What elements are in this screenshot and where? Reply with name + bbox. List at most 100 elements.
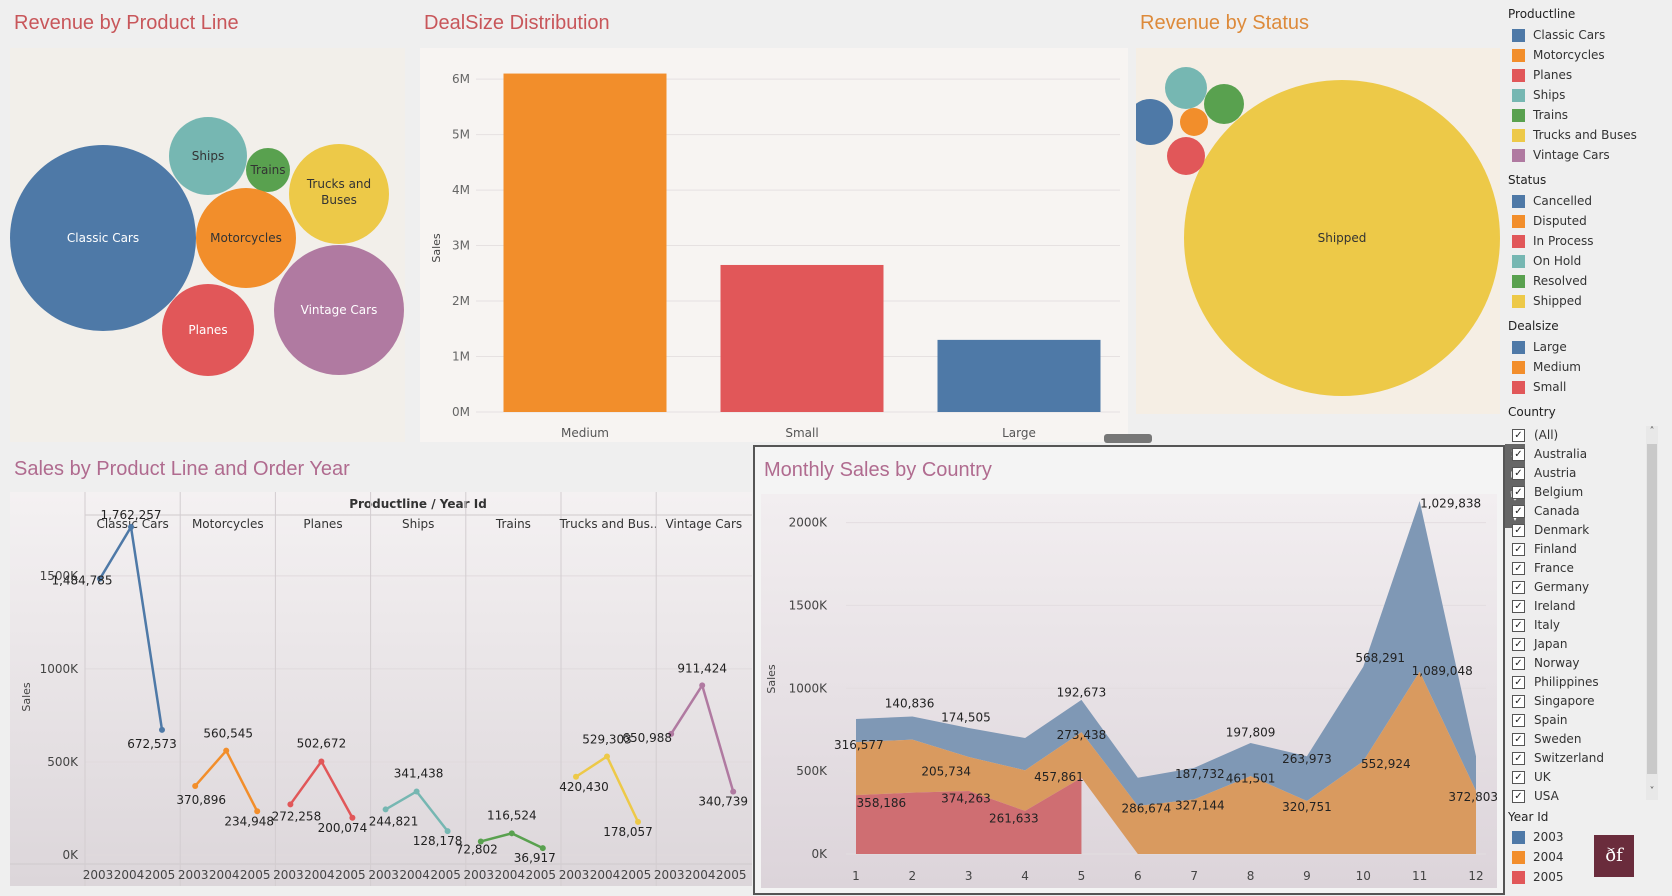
country-filter-item[interactable]: ✓ UK	[1512, 769, 1551, 785]
checkbox[interactable]: ✓	[1512, 637, 1525, 651]
legend-label: Large	[1533, 340, 1567, 354]
checkbox[interactable]: ✓	[1512, 428, 1525, 442]
checkbox[interactable]: ✓	[1512, 580, 1525, 594]
country-filter-item[interactable]: ✓ Italy	[1512, 617, 1560, 633]
country-filter-item[interactable]: ✓ (All)	[1512, 427, 1558, 443]
panel-resize-handle[interactable]	[1104, 434, 1152, 443]
country-filter-item[interactable]: ✓ Ireland	[1512, 598, 1576, 614]
country-filter-item[interactable]: ✓ France	[1512, 560, 1574, 576]
country-filter-item[interactable]: ✓ Norway	[1512, 655, 1580, 671]
country-filter-item[interactable]: ✓ USA	[1512, 788, 1559, 804]
country-label: Switzerland	[1534, 751, 1604, 765]
legend-item-dealsize[interactable]: Small	[1512, 379, 1566, 395]
legend-item-dealsize[interactable]: Large	[1512, 339, 1567, 355]
legend-label: Resolved	[1533, 274, 1588, 288]
title-sales-by-product-line-year: Sales by Product Line and Order Year	[14, 458, 350, 480]
legend-item-productline[interactable]: Vintage Cars	[1512, 147, 1610, 163]
legend-item-productline[interactable]: Classic Cars	[1512, 27, 1605, 43]
checkbox[interactable]: ✓	[1512, 713, 1525, 727]
data-label: 1,762,257	[100, 508, 161, 522]
legend-item-year[interactable]: 2005	[1512, 869, 1564, 885]
country-filter-item[interactable]: ✓ Denmark	[1512, 522, 1589, 538]
x-tick-label: 2003	[654, 868, 685, 882]
data-label: 372,803	[1448, 790, 1497, 804]
country-scrollbar[interactable]: ˄ ˅	[1646, 426, 1658, 800]
country-filter-item[interactable]: ✓ Finland	[1512, 541, 1577, 557]
legend-item-year[interactable]: 2003	[1512, 829, 1564, 845]
checkbox[interactable]: ✓	[1512, 770, 1525, 784]
scroll-up-icon[interactable]: ˄	[1646, 426, 1658, 440]
legend-item-status[interactable]: Shipped	[1512, 293, 1582, 309]
checkbox[interactable]: ✓	[1512, 447, 1525, 461]
legend-item-productline[interactable]: Trucks and Buses	[1512, 127, 1637, 143]
data-label: 192,673	[1057, 686, 1107, 700]
legend-item-productline[interactable]: Motorcycles	[1512, 47, 1605, 63]
data-label: 234,948	[224, 814, 274, 828]
data-label: 552,924	[1361, 757, 1411, 771]
checkbox[interactable]: ✓	[1512, 789, 1525, 803]
x-tick-label: Large	[1002, 426, 1036, 440]
country-filter-item[interactable]: ✓ Switzerland	[1512, 750, 1604, 766]
x-tick-label: 2004	[685, 868, 716, 882]
checkbox[interactable]: ✓	[1512, 675, 1525, 689]
country-filter-item[interactable]: ✓ Spain	[1512, 712, 1568, 728]
country-filter-item[interactable]: ✓ Sweden	[1512, 731, 1581, 747]
checkbox[interactable]: ✓	[1512, 694, 1525, 708]
checkbox[interactable]: ✓	[1512, 751, 1525, 765]
product-year-line-chart: 0K500K1000K1500KSalesProductline / Year …	[10, 492, 752, 886]
checkbox[interactable]: ✓	[1512, 466, 1525, 480]
checkbox[interactable]: ✓	[1512, 599, 1525, 613]
legend-item-productline[interactable]: Trains	[1512, 107, 1568, 123]
legend-swatch	[1512, 108, 1525, 122]
scroll-down-icon[interactable]: ˅	[1646, 786, 1658, 800]
legend-swatch	[1512, 28, 1525, 42]
data-label: 420,430	[559, 780, 609, 794]
checkbox[interactable]: ✓	[1512, 732, 1525, 746]
legend-item-productline[interactable]: Ships	[1512, 87, 1565, 103]
legend-item-status[interactable]: On Hold	[1512, 253, 1581, 269]
checkbox[interactable]: ✓	[1512, 523, 1525, 537]
legend-item-year[interactable]: 2004	[1512, 849, 1564, 865]
bubble-label-trucks-and-buses: Trucks and	[306, 177, 371, 191]
legend-item-status[interactable]: Disputed	[1512, 213, 1587, 229]
country-filter-item[interactable]: ✓ Philippines	[1512, 674, 1599, 690]
checkbox[interactable]: ✓	[1512, 561, 1525, 575]
legend-label: 2005	[1533, 870, 1564, 884]
scroll-thumb[interactable]	[1647, 444, 1657, 774]
country-label: Spain	[1534, 713, 1568, 727]
legend-heading-year: Year Id	[1508, 810, 1549, 824]
legend-item-status[interactable]: Cancelled	[1512, 193, 1592, 209]
country-label: France	[1534, 561, 1574, 575]
monthly-sales-panel[interactable]: Monthly Sales by Country 0K 500K 1000K 1500…	[753, 445, 1505, 895]
country-filter-item[interactable]: ✓ Canada	[1512, 503, 1580, 519]
country-filter-item[interactable]: ✓ Japan	[1512, 636, 1567, 652]
legend-item-status[interactable]: Resolved	[1512, 273, 1587, 289]
checkbox[interactable]: ✓	[1512, 656, 1525, 670]
legend-swatch	[1512, 48, 1525, 62]
bar-small	[720, 264, 884, 412]
legend-label: 2003	[1533, 830, 1564, 844]
data-label: 1,029,838	[1420, 497, 1481, 511]
x-tick-label: 2005	[621, 868, 652, 882]
legend-item-productline[interactable]: Planes	[1512, 67, 1572, 83]
legend-item-status[interactable]: In Process	[1512, 233, 1593, 249]
country-filter-item[interactable]: ✓ Austria	[1512, 465, 1576, 481]
country-filter-item[interactable]: ✓ Belgium	[1512, 484, 1583, 500]
checkbox[interactable]: ✓	[1512, 485, 1525, 499]
checkbox[interactable]: ✓	[1512, 542, 1525, 556]
country-filter-item[interactable]: ✓ Germany	[1512, 579, 1589, 595]
country-filter-item[interactable]: ✓ Singapore	[1512, 693, 1595, 709]
data-point	[699, 682, 706, 689]
data-label: 911,424	[677, 661, 727, 675]
checkbox[interactable]: ✓	[1512, 618, 1525, 632]
pane-header-4: Trains	[495, 517, 531, 531]
title-dealsize-distribution: DealSize Distribution	[424, 12, 610, 34]
checkbox[interactable]: ✓	[1512, 504, 1525, 518]
country-label: Japan	[1534, 637, 1568, 651]
data-point	[192, 782, 199, 789]
country-label: Canada	[1534, 504, 1580, 518]
country-filter-item[interactable]: ✓ Australia	[1512, 446, 1587, 462]
country-label: UK	[1534, 770, 1551, 784]
country-label: Germany	[1534, 580, 1590, 594]
legend-item-dealsize[interactable]: Medium	[1512, 359, 1581, 375]
